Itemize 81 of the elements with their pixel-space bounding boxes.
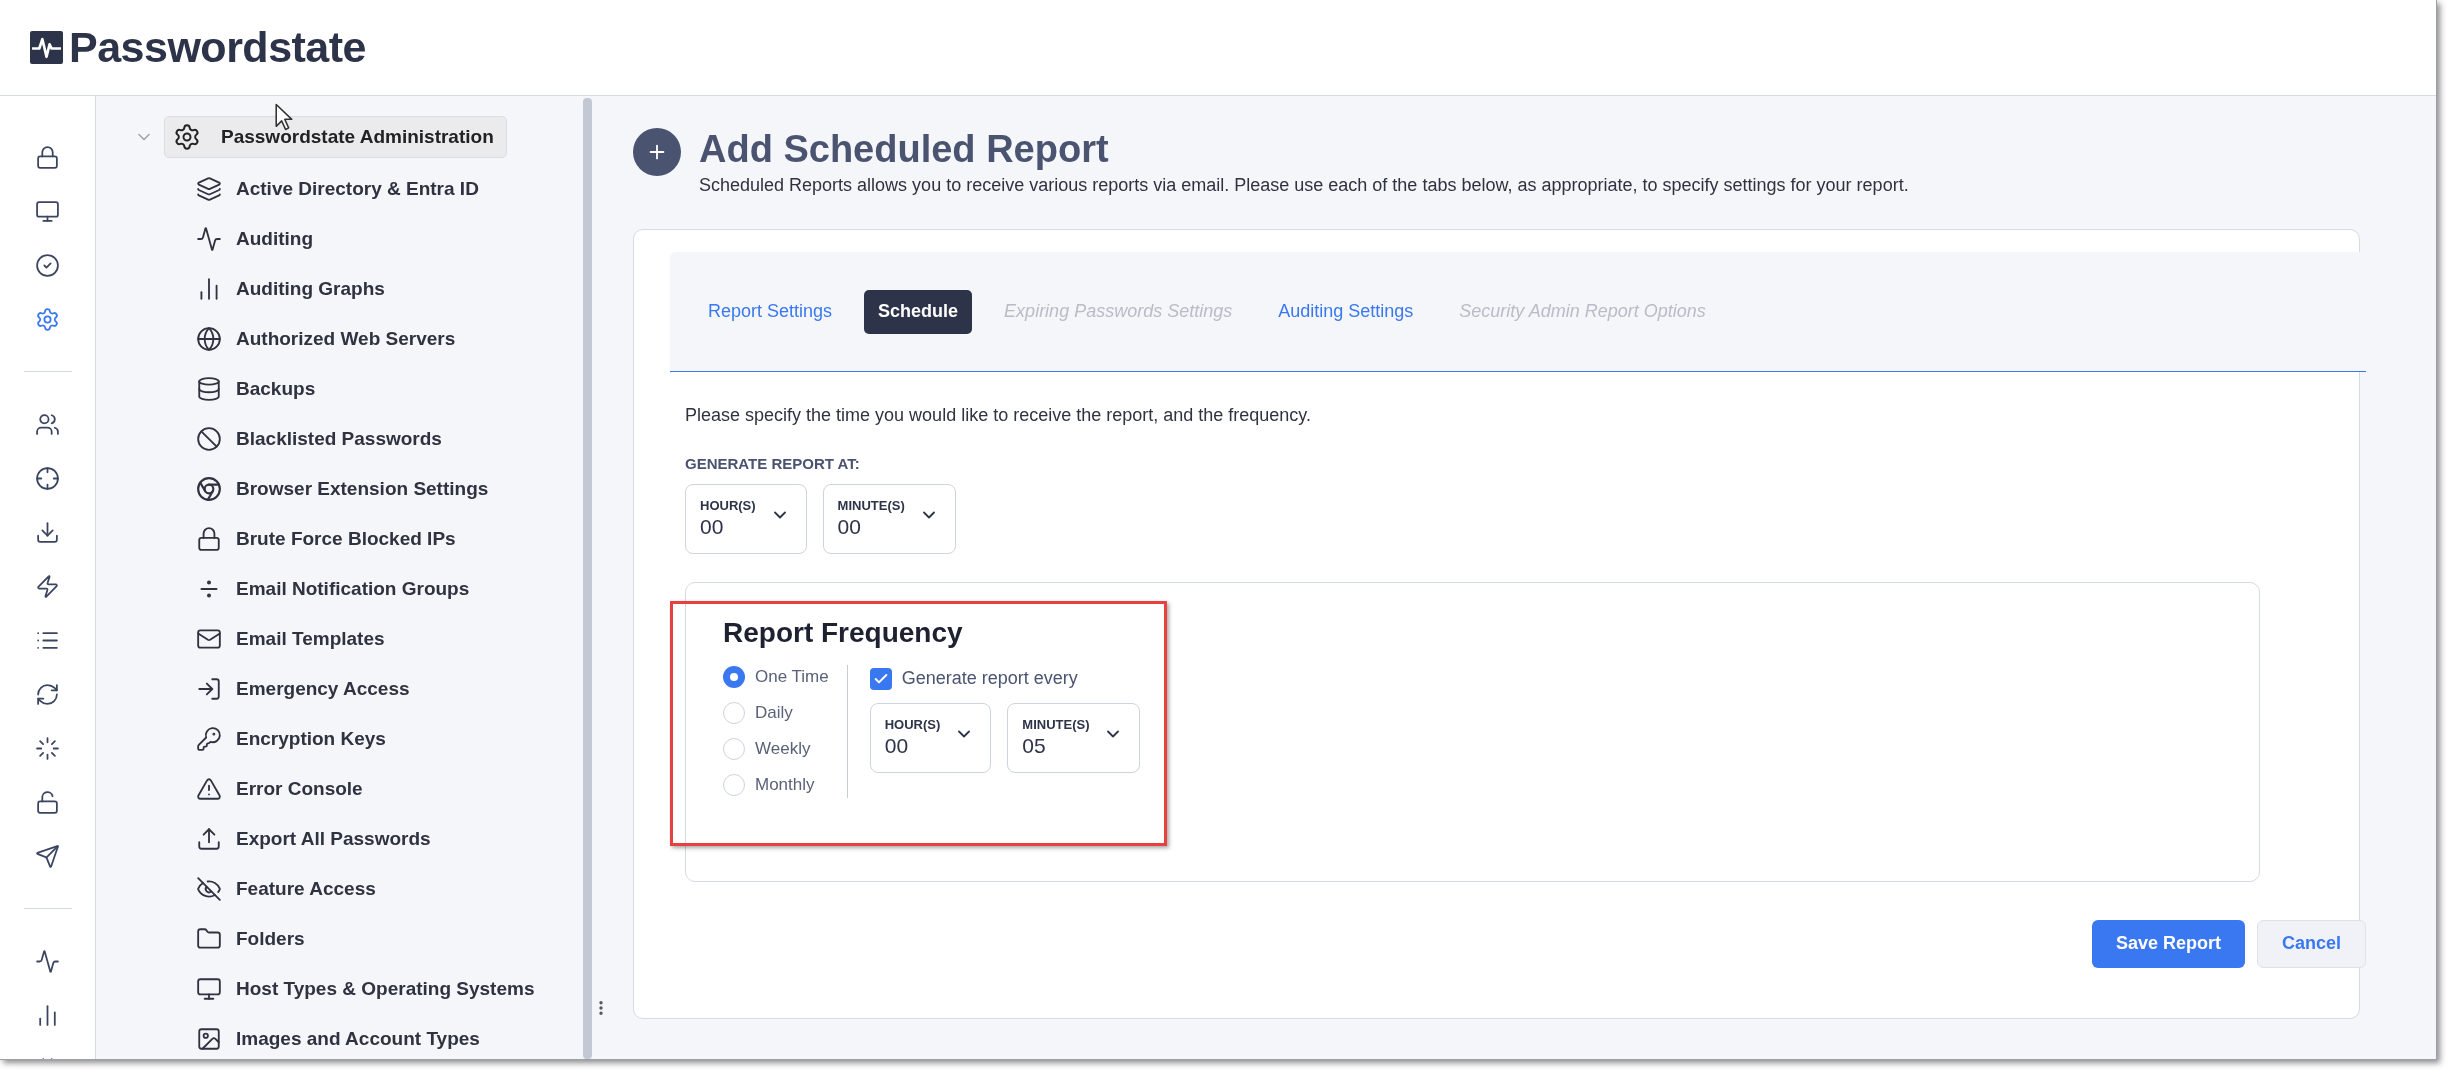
tab[interactable]: Schedule — [864, 289, 973, 334]
frequency-radio[interactable]: Monthly — [723, 772, 829, 798]
frequency-radio[interactable]: Weekly — [723, 736, 829, 762]
sidebar-item[interactable]: Authorized Web Servers — [196, 314, 583, 364]
time-select[interactable]: MINUTE(S) 00 — [822, 483, 956, 554]
select-value: 05 — [1022, 732, 1047, 759]
lightning-icon — [35, 573, 60, 599]
crosshair-icon — [35, 465, 60, 491]
sidebar-item[interactable]: Backups — [196, 364, 583, 414]
tab[interactable]: Report Settings — [694, 289, 847, 334]
frequency-radio[interactable]: Daily — [723, 700, 829, 726]
sidebar-item[interactable]: Folders — [196, 914, 583, 964]
page-title: Add Scheduled Report — [699, 127, 1110, 172]
cancel-button[interactable]: Cancel — [2256, 919, 2366, 968]
select-label: MINUTE(S) — [837, 497, 905, 514]
save-button[interactable]: Save Report — [2091, 919, 2245, 968]
login-icon — [196, 676, 222, 702]
monitor-icon — [196, 976, 222, 1002]
folder-icon — [196, 926, 222, 952]
sidebar-item[interactable]: Images and Account Types — [196, 1014, 583, 1059]
select-value: 00 — [837, 513, 862, 540]
logo-icon — [30, 31, 63, 64]
sidebar-item[interactable]: Blacklisted Passwords — [196, 414, 583, 464]
time-select[interactable]: HOUR(S) 00 — [869, 702, 992, 773]
sidebar-item[interactable]: Encryption Keys — [196, 714, 583, 764]
refresh-icon — [35, 681, 60, 707]
frequency-radio[interactable]: One Time — [723, 664, 829, 690]
sidebar-item[interactable]: Email Notification Groups — [196, 564, 583, 614]
unlock-icon — [35, 789, 60, 815]
monitor-icon — [35, 198, 60, 224]
select-value: 00 — [700, 513, 725, 540]
settings-icon — [173, 123, 201, 151]
send-icon — [35, 843, 60, 869]
tree-root-label: Passwordstate Administration — [221, 124, 494, 149]
sidebar-item[interactable]: Email Templates — [196, 614, 583, 664]
sidebar-item[interactable]: Auditing Graphs — [196, 264, 583, 314]
loader-icon — [35, 735, 60, 761]
select-label: MINUTE(S) — [1022, 716, 1090, 733]
eye-off-icon — [196, 876, 222, 902]
upload-icon — [196, 826, 222, 852]
ban-icon — [196, 426, 222, 452]
pulse-icon — [196, 226, 222, 252]
lock-icon — [196, 526, 222, 552]
sidebar-item[interactable]: Auditing — [196, 214, 583, 264]
users-icon — [35, 411, 60, 437]
frequency-title: Report Frequency — [723, 615, 964, 650]
image-icon — [196, 1026, 222, 1052]
sidebar-item[interactable]: Emergency Access — [196, 664, 583, 714]
repeat-checkbox[interactable]: Generate report every — [869, 664, 1141, 693]
sidebar-item[interactable]: Host Types & Operating Systems — [196, 964, 583, 1014]
check-circle-icon — [35, 252, 60, 278]
sidebar-item[interactable]: Brute Force Blocked IPs — [196, 514, 583, 564]
time-select[interactable]: HOUR(S) 00 — [685, 483, 807, 554]
app-logo-text: Passwordstate — [69, 22, 367, 74]
page-subtitle: Scheduled Reports allows you to receive various reports via email. Please use each of the tabs below, as appropriate, to specify settings for your report. — [699, 174, 1909, 197]
instructions-text: Please specify the time you would like to receive the report, and the frequency. — [684, 404, 1312, 427]
browser-icon — [196, 476, 222, 502]
scrollbar[interactable] — [583, 98, 592, 1059]
cursor-icon — [274, 103, 294, 131]
settings-icon — [35, 306, 60, 332]
tree-root-item[interactable]: Passwordstate Administration — [164, 116, 507, 158]
sidebar-item[interactable]: Browser Extension Settings — [196, 464, 583, 514]
layers-icon — [196, 176, 222, 202]
sidebar-item[interactable]: Active Directory & Entra ID — [196, 164, 583, 214]
lock-icon — [35, 144, 60, 170]
sidebar-item[interactable]: Feature Access — [196, 864, 583, 914]
warning-icon — [196, 776, 222, 802]
select-value: 00 — [884, 732, 910, 759]
mail-icon — [196, 626, 222, 652]
sidebar-item[interactable]: Error Console — [196, 764, 583, 814]
download-icon — [35, 519, 60, 545]
time-select[interactable]: MINUTE(S) 05 — [1007, 702, 1141, 773]
globe-icon — [196, 326, 222, 352]
sidebar-item[interactable]: Export All Passwords — [196, 814, 583, 864]
tab[interactable]: Auditing Settings — [1264, 289, 1428, 334]
database-icon — [196, 376, 222, 402]
select-label: HOUR(S) — [700, 497, 756, 514]
key-icon — [196, 726, 222, 752]
generate-at-label: GENERATE REPORT AT: — [684, 454, 861, 474]
select-label: HOUR(S) — [884, 716, 941, 733]
pulse-icon — [35, 948, 60, 974]
